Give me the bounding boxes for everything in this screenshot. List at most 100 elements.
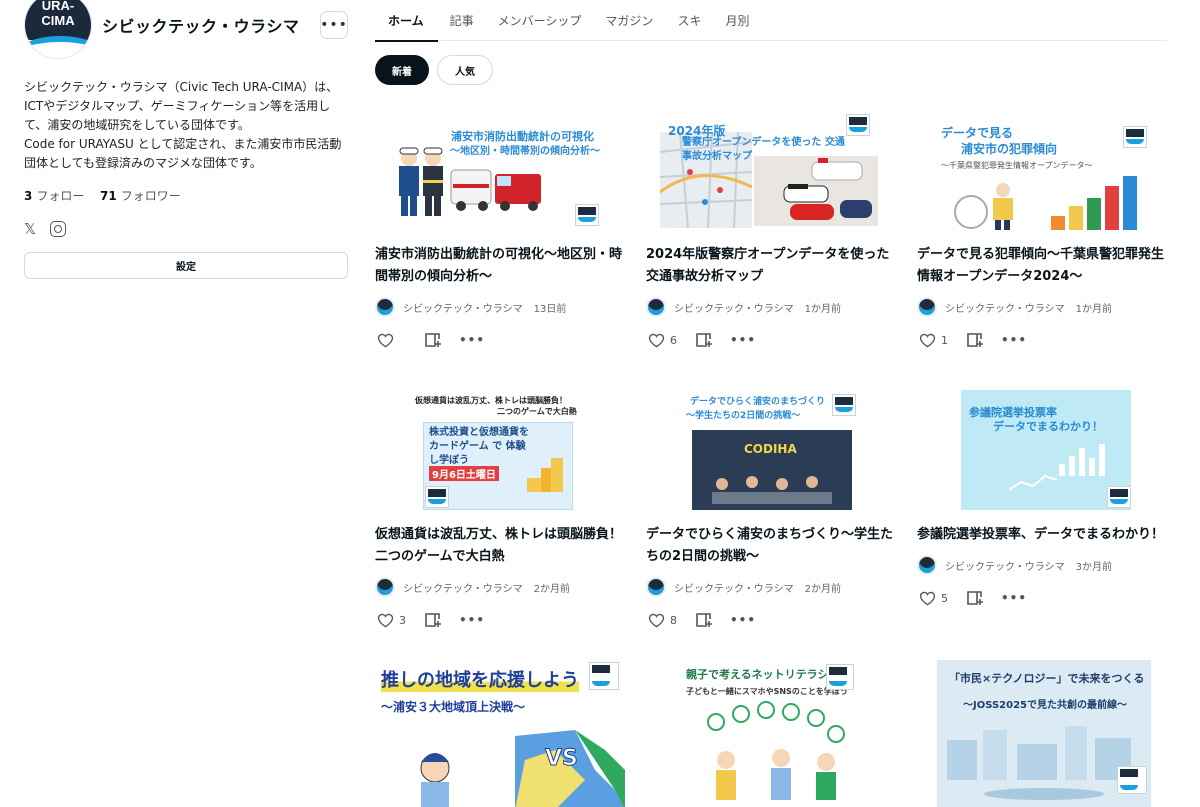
follower-link[interactable]: 71 フォロワー <box>100 189 181 203</box>
article-card[interactable]: 浦安市消防出動統計の可視化 〜地区別・時間帯別の傾向分析〜 浦安市消防出動統計の… <box>375 110 629 350</box>
article-thumbnail[interactable]: 仮想通貨は波乱万丈、株トレは頭脳勝負！ 二つのゲームで大白熱 株式投資と仮想通貨… <box>375 390 629 510</box>
more-menu-icon[interactable]: ••• <box>459 333 485 347</box>
tab-magazine[interactable]: マガジン <box>593 0 665 41</box>
tab-monthly[interactable]: 月別 <box>713 0 761 41</box>
settings-button[interactable]: 設定 <box>24 252 348 279</box>
author-name[interactable]: シビックテック・ウラシマ <box>945 558 1065 573</box>
line-chart-illustration <box>1008 474 1058 491</box>
article-title[interactable]: データで見る犯罪傾向〜千葉県警犯罪発生情報オープンデータ2024〜 <box>917 244 1171 288</box>
more-options-button[interactable]: ••• <box>320 11 348 39</box>
add-to-magazine-icon[interactable] <box>967 590 985 606</box>
add-to-magazine-icon[interactable] <box>967 332 985 348</box>
tab-likes[interactable]: スキ <box>665 0 713 41</box>
thumb-line-3: CODIHA <box>744 442 797 456</box>
article-meta: シビックテック・ウラシマ 2か月前 <box>646 576 900 598</box>
article-meta: シビックテック・ウラシマ 1か月前 <box>646 296 900 318</box>
post-date: 3か月前 <box>1075 561 1112 573</box>
thumb-line-1: 親子で考えるネットリテラシー <box>686 668 840 681</box>
author-avatar[interactable] <box>917 555 937 575</box>
author-avatar[interactable] <box>917 297 937 317</box>
author-name[interactable]: シビックテック・ウラシマ <box>674 300 794 315</box>
more-menu-icon[interactable]: ••• <box>730 333 756 347</box>
article-title[interactable]: 2024年版警察庁オープンデータを使った交通事故分析マップ <box>646 244 900 288</box>
like-heart-icon[interactable] <box>377 333 394 348</box>
author-name[interactable]: シビックテック・ウラシマ <box>674 580 794 595</box>
article-title[interactable]: 参議院選挙投票率、データでまるわかり！ <box>917 524 1171 546</box>
article-card[interactable]: 仮想通貨は波乱万丈、株トレは頭脳勝負！ 二つのゲームで大白熱 株式投資と仮想通貨… <box>375 390 629 630</box>
instagram-icon[interactable] <box>50 221 67 237</box>
author-avatar[interactable] <box>646 577 666 597</box>
ura-cima-badge <box>425 486 449 508</box>
article-title[interactable]: データでひらく浦安のまちづくり〜学生たちの2日間の挑戦〜 <box>646 524 900 568</box>
filter-popular-button[interactable]: 人気 <box>437 55 493 85</box>
thumb-line-1: 「市民×テクノロジー」で未来をつくる <box>949 672 1145 685</box>
article-thumbnail[interactable]: データでひらく浦安のまちづくり 〜学生たちの2日間の挑戦〜 CODIHA <box>646 390 900 510</box>
tab-articles[interactable]: 記事 <box>438 0 486 41</box>
thumb-line-2: 浦安市の犯罪傾向 <box>961 142 1058 156</box>
author-avatar[interactable] <box>375 297 395 317</box>
thumb-line-2: データでまるわかり！ <box>993 420 1103 433</box>
add-to-magazine-icon[interactable] <box>696 332 714 348</box>
ura-cima-badge <box>589 662 619 690</box>
article-meta: シビックテック・ウラシマ 13日前 <box>375 296 629 318</box>
avatar-wave <box>25 36 91 58</box>
article-actions: 6 ••• <box>646 330 900 350</box>
article-card[interactable]: データで見る 浦安市の犯罪傾向 〜千葉県警犯罪発生情報オープンデータ〜 データで… <box>917 110 1171 350</box>
filter-new-button[interactable]: 新着 <box>375 55 429 85</box>
creator-avatar[interactable]: URA- CIMA <box>24 0 92 59</box>
author-avatar[interactable] <box>375 577 395 597</box>
x-icon[interactable]: 𝕏 <box>24 220 36 238</box>
thumb-line-1: 推しの地域を応援しよう <box>381 666 579 692</box>
add-to-magazine-icon[interactable] <box>425 612 443 628</box>
ura-cima-badge <box>1107 486 1131 508</box>
more-menu-icon[interactable]: ••• <box>1001 333 1027 347</box>
author-name[interactable]: シビックテック・ウラシマ <box>403 300 523 315</box>
article-actions: 1 ••• <box>917 330 1171 350</box>
article-thumbnail[interactable]: 参議院選挙投票率 データでまるわかり！ <box>917 390 1171 510</box>
more-menu-icon[interactable]: ••• <box>730 613 756 627</box>
article-thumbnail[interactable]: データで見る 浦安市の犯罪傾向 〜千葉県警犯罪発生情報オープンデータ〜 <box>917 110 1171 230</box>
article-title[interactable]: 浦安市消防出動統計の可視化〜地区別・時間帯別の傾向分析〜 <box>375 244 629 288</box>
add-to-magazine-icon[interactable] <box>425 332 443 348</box>
like-heart-icon[interactable] <box>919 333 936 348</box>
like-heart-icon[interactable] <box>648 613 665 628</box>
more-menu-icon[interactable]: ••• <box>1001 591 1027 605</box>
profile-header: URA- CIMA シビックテック・ウラシマ ••• <box>24 0 348 59</box>
follow-label: フォロー <box>36 189 85 203</box>
author-name[interactable]: シビックテック・ウラシマ <box>403 580 523 595</box>
article-thumbnail[interactable]: 浦安市消防出動統計の可視化 〜地区別・時間帯別の傾向分析〜 <box>375 110 629 230</box>
author-name[interactable]: シビックテック・ウラシマ <box>945 300 1065 315</box>
tab-home[interactable]: ホーム <box>375 0 438 42</box>
tab-membership[interactable]: メンバーシップ <box>486 0 594 41</box>
like-heart-icon[interactable] <box>919 591 936 606</box>
thumb-line-2: 〜JOSS2025で見た共創の最前線〜 <box>963 700 1128 711</box>
like-heart-icon[interactable] <box>377 613 394 628</box>
like-count: 3 <box>399 613 406 627</box>
creator-tabs: ホーム 記事 メンバーシップ マガジン スキ 月別 <box>375 0 1167 42</box>
like-count: 8 <box>670 613 677 627</box>
post-date: 2か月前 <box>804 583 841 595</box>
article-thumbnail[interactable]: 推しの地域を応援しよう 〜浦安３大地域頂上決戦〜 VS <box>375 660 629 807</box>
article-thumbnail[interactable]: 親子で考えるネットリテラシー 子どもと一緒にスマホやSNSのことを学ぼう <box>646 660 900 807</box>
more-menu-icon[interactable]: ••• <box>459 613 485 627</box>
bio-line-2: Code for URAYASU として認定され、また浦安市市民活動団体としても… <box>24 137 342 170</box>
creator-bio: シビックテック・ウラシマ（Civic Tech URA-CIMA）は、ICTやデ… <box>24 78 348 173</box>
article-title[interactable]: 仮想通貨は波乱万丈、株トレは頭脳勝負！二つのゲームで大白熱 <box>375 524 629 568</box>
article-thumbnail[interactable]: 「市民×テクノロジー」で未来をつくる 〜JOSS2025で見た共創の最前線〜 <box>917 660 1171 807</box>
article-card[interactable]: 親子で考えるネットリテラシー 子どもと一緒にスマホやSNSのことを学ぼう <box>646 660 900 807</box>
like-count: 6 <box>670 333 677 347</box>
article-card[interactable]: 2024年版 警察庁オープンデータを使った 交通事故分析マップ 2024年版警察… <box>646 110 900 350</box>
add-to-magazine-icon[interactable] <box>696 612 714 628</box>
article-card[interactable]: 「市民×テクノロジー」で未来をつくる 〜JOSS2025で見た共創の最前線〜 <box>917 660 1171 807</box>
article-card[interactable]: データでひらく浦安のまちづくり 〜学生たちの2日間の挑戦〜 CODIHA データ… <box>646 390 900 630</box>
author-avatar[interactable] <box>646 297 666 317</box>
creator-name[interactable]: シビックテック・ウラシマ <box>102 13 320 37</box>
like-count: 1 <box>941 333 948 347</box>
article-card[interactable]: 推しの地域を応援しよう 〜浦安３大地域頂上決戦〜 VS <box>375 660 629 807</box>
follow-link[interactable]: 3 フォロー <box>24 189 84 203</box>
ura-cima-badge <box>846 114 870 136</box>
article-thumbnail[interactable]: 2024年版 警察庁オープンデータを使った 交通事故分析マップ <box>646 110 900 230</box>
like-heart-icon[interactable] <box>648 333 665 348</box>
article-actions: 3 ••• <box>375 610 629 630</box>
article-card[interactable]: 参議院選挙投票率 データでまるわかり！ 参議院選挙投票率、データでまるわかり！ … <box>917 390 1171 608</box>
